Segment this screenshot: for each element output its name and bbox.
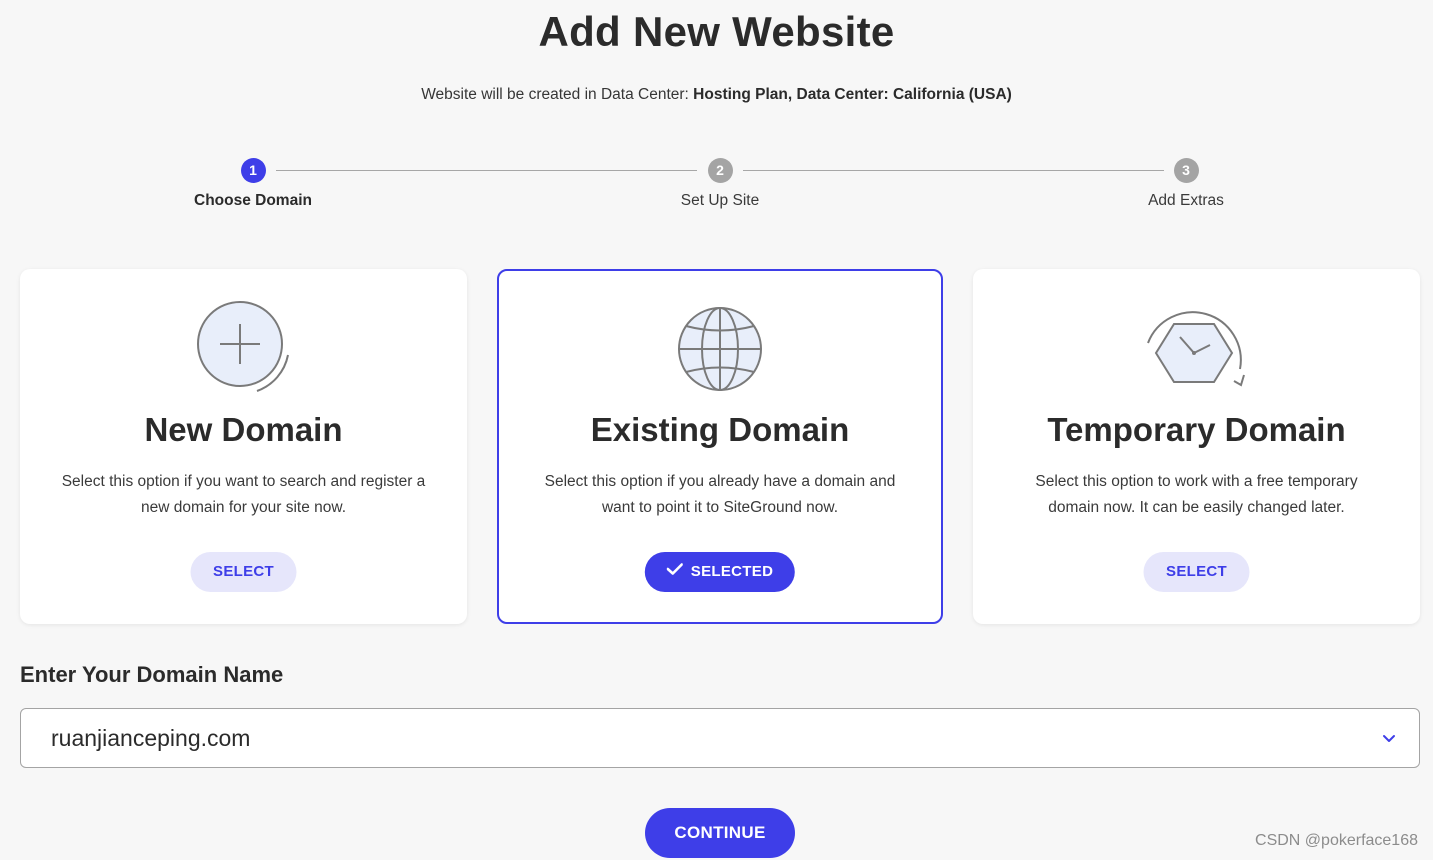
plus-circle-icon [20, 299, 467, 399]
step-add-extras: 3 Add Extras [1086, 158, 1286, 210]
step-number: 3 [1173, 158, 1199, 183]
domain-name-field[interactable] [20, 708, 1420, 768]
chevron-down-icon[interactable] [1381, 731, 1397, 745]
clock-hexagon-icon [973, 299, 1420, 399]
progress-stepper: 1 Choose Domain 2 Set Up Site 3 Add Extr… [0, 158, 1433, 218]
page-title: Add New Website [538, 8, 895, 55]
checkmark-icon [666, 551, 684, 591]
card-description: Select this option if you want to search… [61, 473, 426, 516]
step-choose-domain: 1 Choose Domain [153, 158, 353, 210]
globe-icon [499, 299, 941, 399]
selected-existing-domain-button[interactable]: SELECTED [644, 551, 796, 592]
select-new-domain-button[interactable]: SELECT [190, 552, 297, 592]
card-title: New Domain [144, 411, 343, 448]
data-center-prefix: Website will be created in Data Center: [421, 86, 694, 103]
step-set-up-site: 2 Set Up Site [620, 158, 820, 210]
card-title: Temporary Domain [1047, 411, 1346, 448]
data-center-value: Hosting Plan, Data Center: California (U… [693, 86, 1012, 103]
step-number: 2 [707, 158, 733, 183]
step-number: 1 [240, 158, 266, 183]
step-label: Add Extras [1148, 192, 1224, 209]
card-description: Select this option if you already have a… [544, 473, 896, 516]
button-label: SELECTED [690, 563, 774, 580]
select-temporary-domain-button[interactable]: SELECT [1143, 552, 1250, 592]
domain-name-label: Enter Your Domain Name [20, 662, 284, 687]
watermark: CSDN @pokerface168 [1255, 832, 1418, 849]
continue-button[interactable]: CONTINUE [645, 808, 795, 858]
step-label: Choose Domain [194, 192, 312, 209]
domain-name-input[interactable] [51, 709, 1351, 767]
card-temporary-domain[interactable]: Temporary Domain Select this option to w… [973, 269, 1420, 624]
card-existing-domain[interactable]: Existing Domain Select this option if yo… [497, 269, 943, 624]
card-new-domain[interactable]: New Domain Select this option if you wan… [20, 269, 467, 624]
card-description: Select this option to work with a free t… [1035, 473, 1358, 516]
data-center-info: Website will be created in Data Center: … [0, 86, 1433, 104]
step-label: Set Up Site [680, 192, 760, 209]
card-title: Existing Domain [590, 411, 850, 448]
